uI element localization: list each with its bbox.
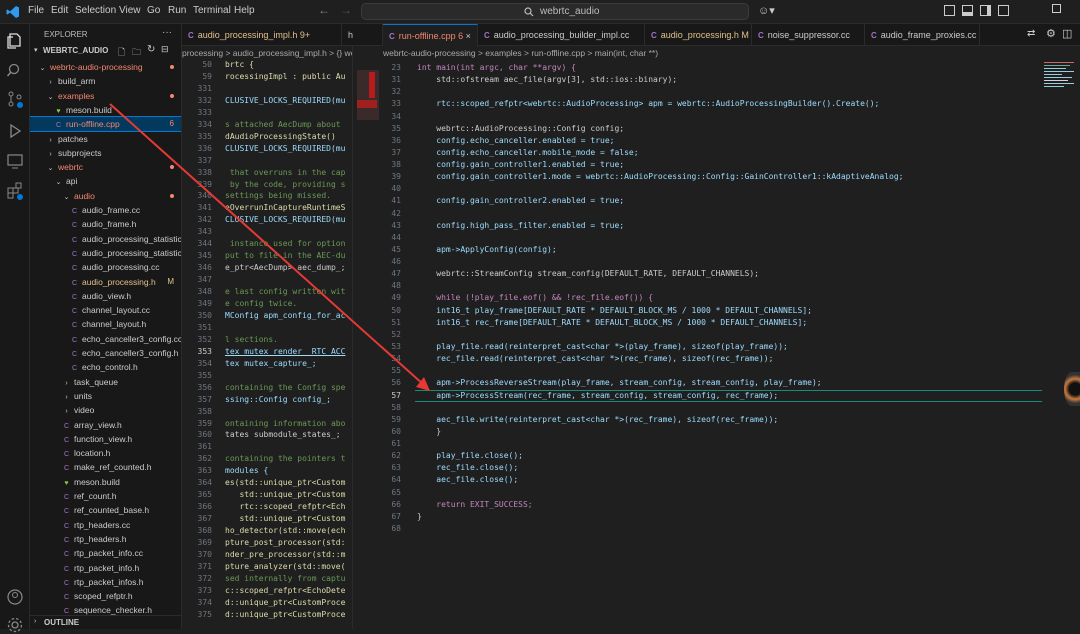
annotation-arrow bbox=[109, 103, 430, 391]
assistant-orb-icon[interactable] bbox=[1064, 372, 1080, 406]
